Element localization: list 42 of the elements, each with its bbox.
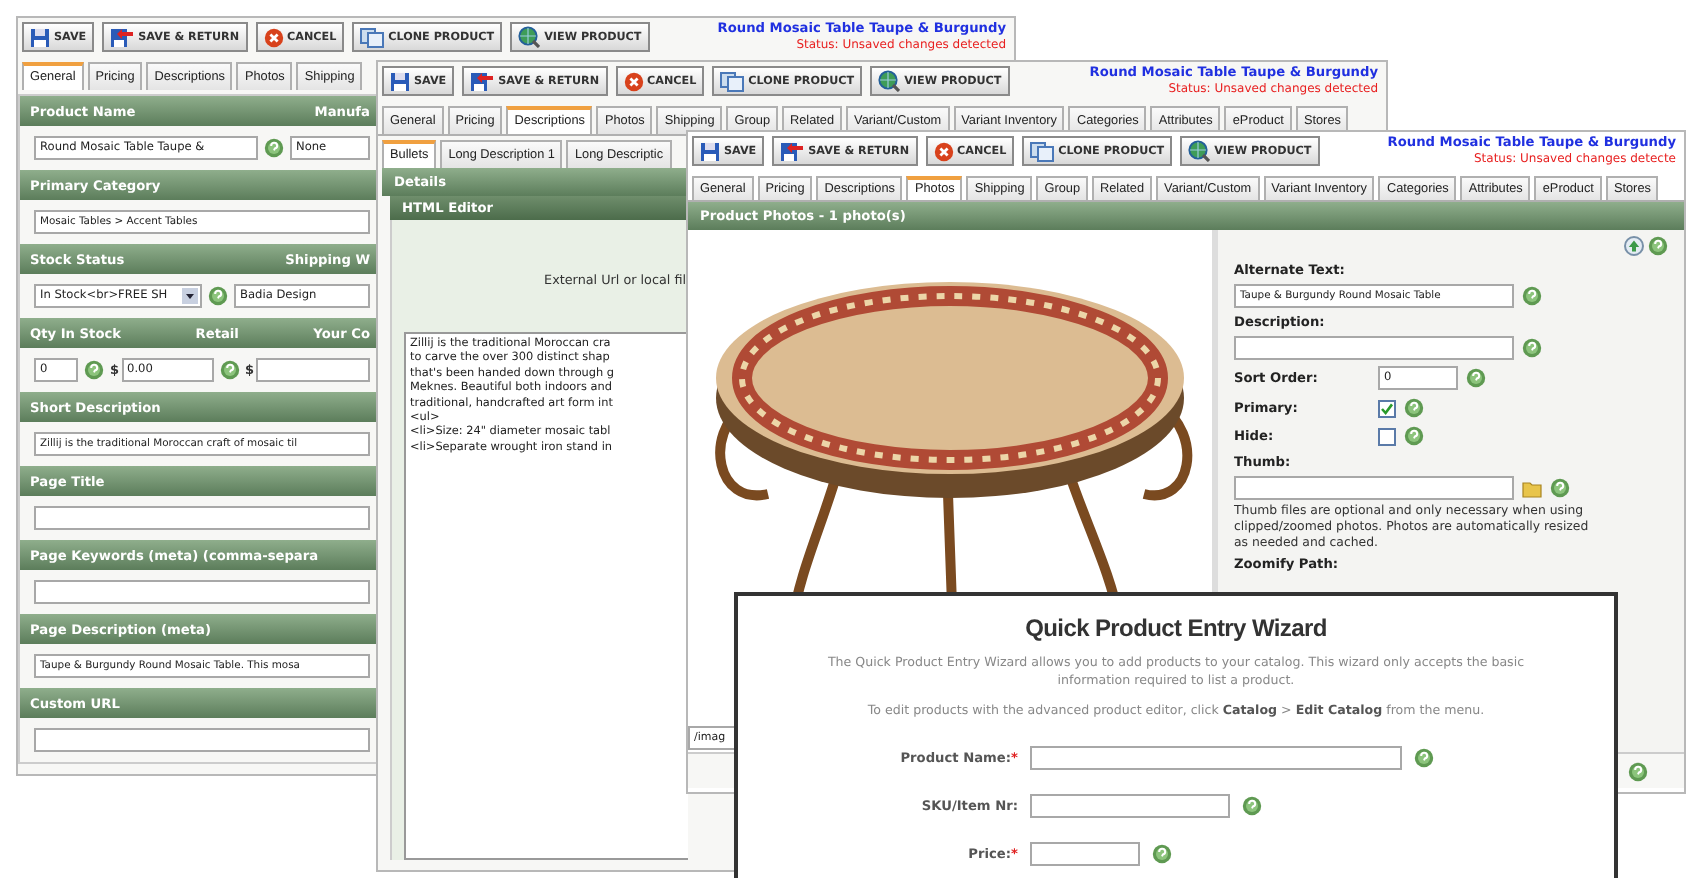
help-icon[interactable] bbox=[1414, 747, 1434, 767]
dialog-title: Quick Product Entry Wizard bbox=[1023, 614, 1329, 642]
document-copy-icon bbox=[720, 71, 745, 91]
input-field[interactable] bbox=[34, 506, 370, 530]
cancel-icon bbox=[263, 27, 284, 47]
input-field[interactable] bbox=[1234, 336, 1514, 360]
globe-magnifier-icon bbox=[1188, 140, 1211, 162]
help-icon[interactable] bbox=[1648, 236, 1668, 256]
help-icon[interactable] bbox=[264, 138, 284, 158]
document-copy-icon bbox=[1030, 141, 1055, 161]
help-icon[interactable] bbox=[1550, 478, 1570, 498]
help-icon[interactable] bbox=[1466, 368, 1486, 388]
floppy-arrow-icon bbox=[110, 27, 135, 47]
help-icon[interactable] bbox=[1404, 398, 1424, 418]
input-field[interactable] bbox=[1030, 793, 1230, 817]
input-field[interactable] bbox=[34, 728, 370, 752]
checkbox[interactable] bbox=[1378, 399, 1396, 417]
help-icon[interactable] bbox=[1628, 761, 1648, 781]
checkbox[interactable] bbox=[1378, 427, 1396, 445]
input-field[interactable] bbox=[1030, 745, 1402, 769]
globe-magnifier-icon bbox=[518, 26, 541, 48]
document-copy-icon bbox=[360, 27, 385, 47]
help-icon[interactable] bbox=[1404, 426, 1424, 446]
folder-icon[interactable] bbox=[1522, 479, 1542, 497]
input-field[interactable] bbox=[1030, 841, 1140, 865]
help-icon[interactable] bbox=[1522, 338, 1542, 358]
floppy-arrow-icon bbox=[470, 71, 495, 91]
help-icon[interactable] bbox=[84, 360, 104, 380]
help-icon[interactable] bbox=[208, 286, 228, 306]
caret-icon bbox=[182, 288, 198, 304]
help-icon[interactable] bbox=[219, 360, 240, 380]
up-arrow-icon[interactable] bbox=[1624, 236, 1644, 256]
input-field[interactable] bbox=[256, 358, 370, 382]
cancel-icon bbox=[933, 141, 954, 161]
help-icon[interactable] bbox=[1522, 286, 1542, 306]
help-icon[interactable] bbox=[1242, 795, 1262, 815]
globe-magnifier-icon bbox=[878, 70, 901, 92]
input-field[interactable] bbox=[34, 580, 370, 604]
help-icon[interactable] bbox=[1152, 843, 1172, 863]
input-field[interactable] bbox=[1234, 476, 1514, 500]
cancel-icon bbox=[623, 71, 644, 91]
floppy-arrow-icon bbox=[780, 141, 805, 161]
